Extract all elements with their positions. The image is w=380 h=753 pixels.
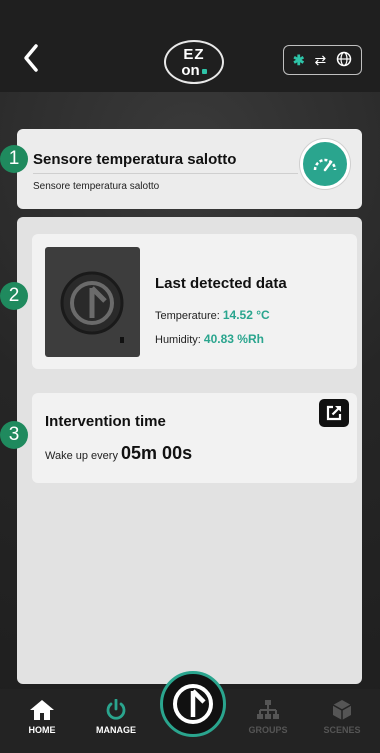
wake-up-value: 05m 00s xyxy=(121,443,193,463)
humidity-row: Humidity: 40.83 %Rh xyxy=(155,332,264,346)
temperature-value: 14.52 °C xyxy=(222,308,270,322)
sync-arrows-icon: ⇄ xyxy=(314,51,327,68)
marker-2: 2 xyxy=(0,282,28,310)
ezon-power-icon xyxy=(173,684,213,724)
device-led xyxy=(120,337,124,343)
nav-groups[interactable]: GROUPS xyxy=(238,699,298,735)
power-icon xyxy=(106,699,126,720)
marker-1: 1 xyxy=(0,145,28,173)
bottom-nav: HOME MANAGE GROUPS SCENES xyxy=(0,671,380,753)
home-icon xyxy=(30,700,54,720)
content-panel: Last detected data Temperature: 14.52 °C… xyxy=(17,217,362,684)
device-card: Sensore temperatura salotto Sensore temp… xyxy=(17,129,362,209)
marker-3: 3 xyxy=(0,421,28,449)
nav-scenes[interactable]: SCENES xyxy=(312,699,372,735)
nav-manage[interactable]: MANAGE xyxy=(86,699,146,735)
bluetooth-icon: ✱ xyxy=(292,51,305,68)
chevron-left-icon xyxy=(24,44,38,72)
back-button[interactable] xyxy=(18,40,46,76)
intervention-card: Intervention time Wake up every 05m 00s xyxy=(32,393,357,483)
divider xyxy=(33,173,298,174)
hierarchy-icon xyxy=(257,700,279,719)
ezon-logo: EZ on xyxy=(164,40,224,84)
sensor-device-image xyxy=(45,247,140,357)
globe-icon xyxy=(336,51,352,70)
gauge-button[interactable] xyxy=(300,139,350,189)
speedometer-icon xyxy=(313,158,337,172)
wake-up-row: Wake up every 05m 00s xyxy=(45,443,193,463)
device-subtitle: Sensore temperatura salotto xyxy=(33,181,160,192)
app-header: EZ on ✱ ⇄ xyxy=(0,0,380,92)
device-title: Sensore temperatura salotto xyxy=(33,151,237,168)
edit-interval-button[interactable] xyxy=(319,399,349,427)
connection-status[interactable]: ✱ ⇄ xyxy=(283,45,362,75)
nav-home[interactable]: HOME xyxy=(12,699,72,735)
humidity-value: 40.83 %Rh xyxy=(203,332,264,346)
last-data-title: Last detected data xyxy=(155,275,287,292)
external-link-icon xyxy=(326,405,342,421)
intervention-title: Intervention time xyxy=(45,413,166,430)
temperature-row: Temperature: 14.52 °C xyxy=(155,308,270,322)
ezon-device-icon xyxy=(60,271,124,335)
center-ezon-button[interactable] xyxy=(160,671,226,737)
last-data-card: Last detected data Temperature: 14.52 °C… xyxy=(32,234,357,369)
cube-icon xyxy=(332,700,352,720)
